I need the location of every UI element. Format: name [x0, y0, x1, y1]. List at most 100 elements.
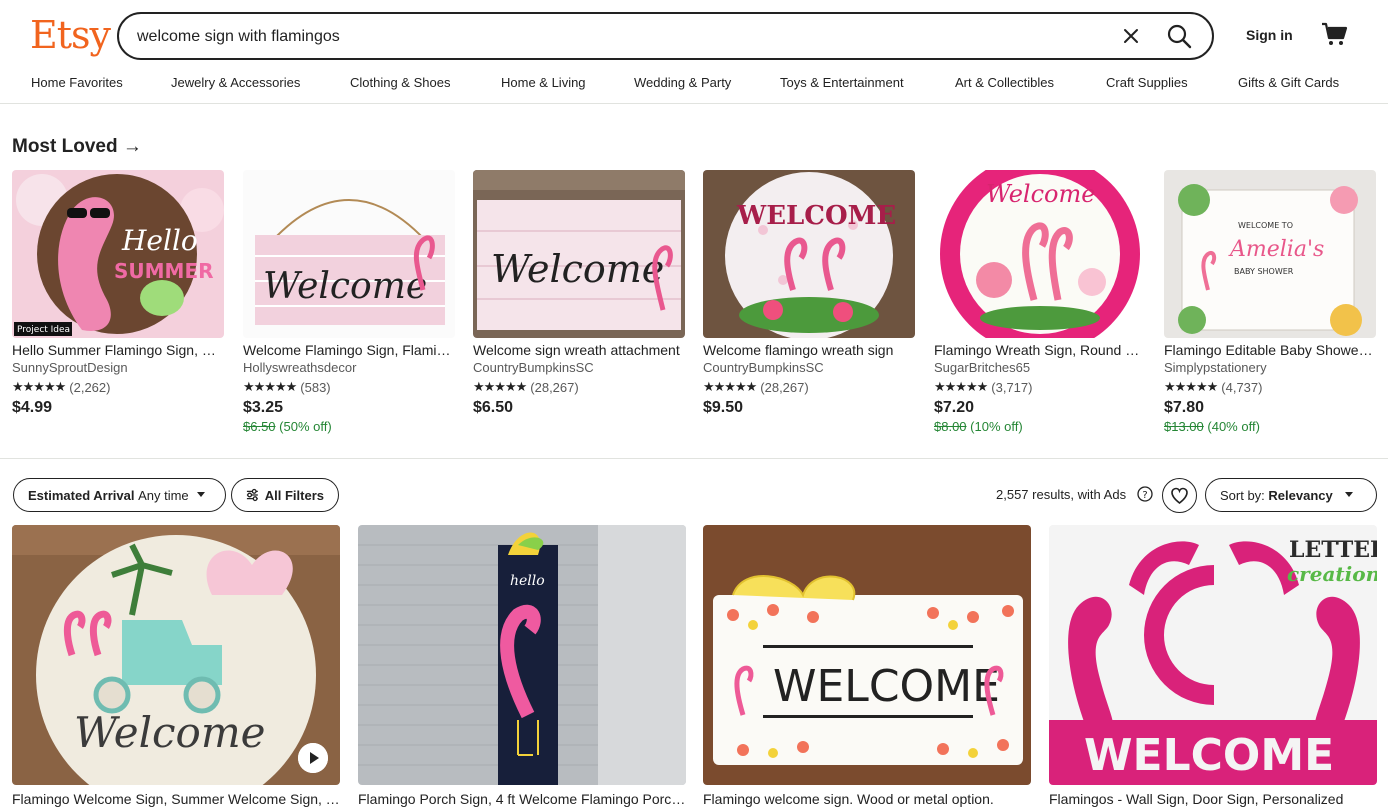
most-loved-card[interactable]: Welcome Welcome Flamingo Sign, Flamingo … — [243, 170, 455, 434]
help-icon[interactable]: ? — [1137, 486, 1153, 502]
review-count: (28,267) — [760, 379, 809, 395]
listing-title[interactable]: Flamingo Welcome Sign, Summer Welcome Si… — [12, 791, 340, 807]
price: $6.50 — [473, 399, 514, 416]
listing-card[interactable]: Welcome Flamingo Welcome Sign, Summer We… — [12, 525, 340, 807]
listing-title[interactable]: Flamingo welcome sign. Wood or metal opt… — [703, 791, 1031, 807]
star-rating-icon: ★★★★★ — [703, 379, 757, 394]
listing-title[interactable]: Welcome flamingo wreath sign — [703, 342, 915, 358]
sort-value: Relevancy — [1268, 487, 1333, 503]
search-icon[interactable] — [1165, 22, 1193, 50]
listing-title[interactable]: Hello Summer Flamingo Sign, Summer Door … — [12, 342, 224, 358]
svg-text:?: ? — [1142, 490, 1147, 501]
rating: ★★★★★ (2,262) — [12, 379, 224, 395]
listing-title[interactable]: Flamingo Wreath Sign, Round Sign — [934, 342, 1146, 358]
arrival-label: Estimated Arrival — [28, 487, 135, 503]
listing-card[interactable]: WELCOME Flamingo welcome sign. Wood or m… — [703, 525, 1031, 807]
svg-text:creations: creations — [1287, 562, 1377, 586]
original-price: $13.00 — [1164, 419, 1204, 434]
svg-text:SUMMER: SUMMER — [114, 259, 214, 283]
nav-clothing-shoes[interactable]: Clothing & Shoes — [350, 75, 450, 90]
all-filters-button[interactable]: All Filters — [231, 478, 339, 512]
svg-text:BABY SHOWER: BABY SHOWER — [1234, 267, 1294, 276]
review-count: (3,717) — [991, 379, 1033, 395]
sort-label: Sort by: — [1220, 487, 1265, 503]
review-count: (28,267) — [530, 379, 579, 395]
listing-image[interactable]: Welcome — [12, 525, 340, 785]
price: $9.50 — [703, 399, 744, 416]
rating: ★★★★★ (28,267) — [703, 379, 915, 395]
nav-toys-entertainment[interactable]: Toys & Entertainment — [780, 75, 904, 90]
listing-image[interactable]: Welcome — [934, 170, 1146, 338]
all-filters-label: All Filters — [264, 487, 324, 503]
price: $4.99 — [12, 399, 53, 416]
price: $3.25 — [243, 399, 284, 416]
svg-text:Project Idea: Project Idea — [17, 325, 70, 335]
nav-gifts-gift-cards[interactable]: Gifts & Gift Cards — [1238, 75, 1339, 90]
nav-home-living[interactable]: Home & Living — [501, 75, 586, 90]
rating: ★★★★★ (4,737) — [1164, 379, 1376, 395]
listing-title[interactable]: Flamingo Editable Baby Shower Sign — [1164, 342, 1376, 358]
listing-card[interactable]: WELCOME LETTERS creations Flamingos - Wa… — [1049, 525, 1377, 807]
listing-image[interactable]: WELCOME LETTERS creations — [1049, 525, 1377, 785]
listing-title[interactable]: Welcome Flamingo Sign, Flamingo Decor — [243, 342, 455, 358]
close-icon[interactable] — [1119, 24, 1143, 48]
listing-image[interactable]: WELCOME TO Amelia's BABY SHOWER — [1164, 170, 1376, 338]
nav-craft-supplies[interactable]: Craft Supplies — [1106, 75, 1188, 90]
most-loved-card[interactable]: Welcome Welcome sign wreath attachment C… — [473, 170, 685, 417]
price: $7.20 — [934, 399, 975, 416]
listing-title[interactable]: Welcome sign wreath attachment — [473, 342, 685, 358]
shop-name: Hollyswreathsdecor — [243, 360, 357, 375]
svg-text:LETTERS: LETTERS — [1289, 537, 1377, 563]
discount: (10% off) — [970, 419, 1023, 434]
search-bar[interactable] — [117, 12, 1214, 60]
svg-text:WELCOME: WELCOME — [736, 201, 896, 231]
play-video-button[interactable] — [298, 743, 328, 773]
listing-image[interactable]: WELCOME — [703, 170, 915, 338]
listing-image[interactable]: hello — [358, 525, 686, 785]
most-loved-card[interactable]: Hello SUMMER Project Idea Hello Summer F… — [12, 170, 224, 417]
etsy-logo[interactable]: Etsy — [30, 14, 111, 56]
heart-icon — [1171, 487, 1188, 505]
star-rating-icon: ★★★★★ — [12, 379, 66, 394]
listing-card[interactable]: hello Flamingo Porch Sign, 4 ft Welcome … — [358, 525, 686, 807]
listing-image[interactable]: Hello SUMMER Project Idea — [12, 170, 224, 338]
most-loved-card[interactable]: WELCOME Welcome flamingo wreath sign Cou… — [703, 170, 915, 417]
cart-icon[interactable] — [1320, 20, 1348, 48]
play-icon — [298, 743, 328, 773]
most-loved-card[interactable]: Welcome Flamingo Wreath Sign, Round Sign… — [934, 170, 1146, 434]
nav-wedding-party[interactable]: Wedding & Party — [634, 75, 731, 90]
discount: (50% off) — [279, 419, 332, 434]
svg-text:Welcome: Welcome — [986, 180, 1095, 208]
shop-name: CountryBumpkinsSC — [703, 360, 824, 375]
category-nav: Home Favorites Jewelry & Accessories Clo… — [0, 75, 1388, 97]
nav-jewelry-accessories[interactable]: Jewelry & Accessories — [171, 75, 300, 90]
listing-image[interactable]: Welcome — [473, 170, 685, 338]
svg-text:Welcome: Welcome — [491, 247, 664, 291]
filter-icon — [246, 488, 258, 502]
most-loved-card[interactable]: WELCOME TO Amelia's BABY SHOWER Flamingo… — [1164, 170, 1376, 434]
svg-text:Amelia's: Amelia's — [1228, 237, 1324, 262]
nav-art-collectibles[interactable]: Art & Collectibles — [955, 75, 1054, 90]
caret-down-icon — [1344, 492, 1353, 497]
nav-home-favorites[interactable]: Home Favorites — [31, 75, 123, 90]
sign-in-link[interactable]: Sign in — [1246, 27, 1293, 43]
review-count: (2,262) — [69, 379, 111, 395]
original-price: $8.00 — [934, 419, 967, 434]
favorite-search-button[interactable] — [1162, 478, 1197, 513]
sale-info: $8.00 (10% off) — [934, 419, 1146, 434]
search-input[interactable] — [137, 25, 1077, 49]
discount: (40% off) — [1207, 419, 1260, 434]
listing-title[interactable]: Flamingo Porch Sign, 4 ft Welcome Flamin… — [358, 791, 686, 807]
listing-image[interactable]: Welcome — [243, 170, 455, 338]
listing-title[interactable]: Flamingos - Wall Sign, Door Sign, Person… — [1049, 791, 1377, 807]
arrival-value: Any time — [138, 487, 189, 503]
shop-name: CountryBumpkinsSC — [473, 360, 594, 375]
estimated-arrival-button[interactable]: Estimated Arrival Any time — [13, 478, 226, 512]
star-rating-icon: ★★★★★ — [473, 379, 527, 394]
most-loved-heading[interactable]: Most Loved → — [12, 136, 142, 158]
star-rating-icon: ★★★★★ — [243, 379, 297, 394]
listing-image[interactable]: WELCOME — [703, 525, 1031, 785]
sort-button[interactable]: Sort by: Relevancy — [1205, 478, 1377, 512]
caret-down-icon — [196, 492, 205, 497]
review-count: (583) — [300, 379, 331, 395]
